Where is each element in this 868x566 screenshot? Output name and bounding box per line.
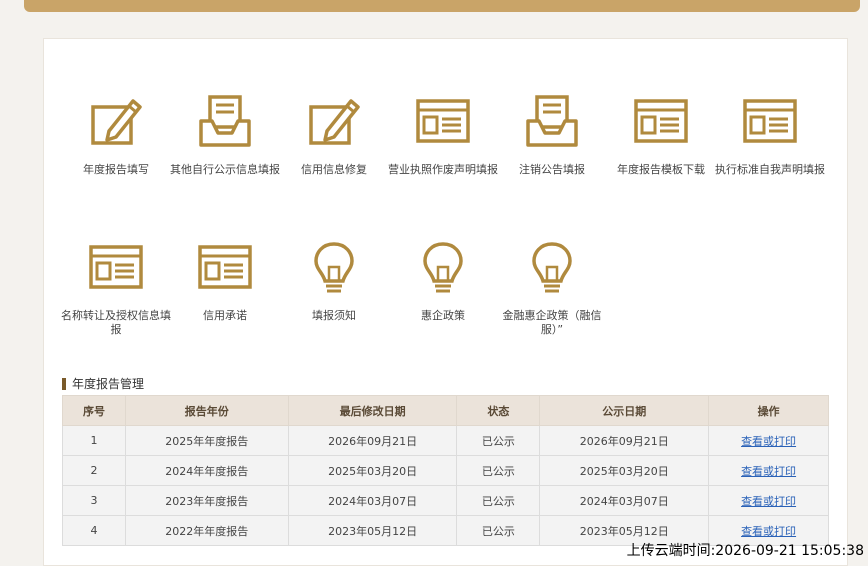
cell-status: 已公示	[456, 455, 541, 486]
cell-year: 2024年年度报告	[124, 455, 289, 486]
cell-status: 已公示	[456, 515, 541, 546]
tile-label: 营业执照作废声明填报	[388, 163, 498, 176]
view-print-link[interactable]: 查看或打印	[741, 525, 796, 538]
cell-modified: 2023年05月12日	[287, 515, 458, 546]
tile-label: 填报须知	[312, 309, 356, 322]
col-header-modified: 最后修改日期	[287, 395, 458, 426]
col-header-publish-date: 公示日期	[539, 395, 710, 426]
tile-label: 名称转让及授权信息填报	[61, 309, 171, 336]
col-header-year: 报告年份	[124, 395, 289, 426]
window-icon	[634, 99, 688, 143]
tile-standard-declaration[interactable]: 执行标准自我声明填报	[710, 93, 830, 177]
main-card: 年度报告填写 其他自行公示信息填报 信用信息修复 营业执照作废声明填报 注销公告…	[43, 38, 848, 566]
cell-year: 2023年年度报告	[124, 485, 289, 516]
section-title-text: 年度报告管理	[72, 377, 145, 391]
view-print-link[interactable]: 查看或打印	[741, 435, 796, 448]
table-header-row: 序号 报告年份 最后修改日期 状态 公示日期 操作	[62, 395, 829, 426]
tile-label: 执行标准自我声明填报	[715, 163, 825, 176]
window-icon	[743, 99, 797, 143]
lightbulb-icon	[423, 242, 463, 293]
cell-status: 已公示	[456, 485, 541, 516]
tile-template-download[interactable]: 年度报告模板下载	[601, 93, 721, 177]
edit-icon	[91, 99, 142, 145]
col-header-index: 序号	[62, 395, 126, 426]
lightbulb-icon	[314, 242, 354, 293]
cell-action: 查看或打印	[708, 485, 829, 516]
cell-modified: 2025年03月20日	[287, 455, 458, 486]
cell-year: 2022年年度报告	[124, 515, 289, 546]
window-icon	[416, 99, 470, 143]
col-header-status: 状态	[456, 395, 541, 426]
tile-label: 年度报告模板下载	[617, 163, 705, 176]
cell-publish-date: 2026年09月21日	[539, 425, 710, 456]
tile-license-void[interactable]: 营业执照作废声明填报	[383, 93, 503, 177]
annual-report-table: 序号 报告年份 最后修改日期 状态 公示日期 操作 1 2025年年度报告 20…	[62, 395, 829, 546]
table-row: 1 2025年年度报告 2026年09月21日 已公示 2026年09月21日 …	[62, 425, 829, 456]
tile-label: 金融惠企政策（融信服）”	[502, 309, 602, 336]
inbox-icon	[199, 95, 251, 147]
cell-index: 1	[62, 425, 126, 456]
tile-label: 年度报告填写	[83, 163, 149, 176]
tile-label: 信用信息修复	[301, 163, 367, 176]
view-print-link[interactable]: 查看或打印	[741, 465, 796, 478]
table-row: 3 2023年年度报告 2024年03月07日 已公示 2024年03月07日 …	[62, 485, 829, 516]
tile-label: 注销公告填报	[519, 163, 585, 176]
edit-icon	[309, 99, 360, 145]
tile-enterprise-policy[interactable]: 惠企政策	[383, 239, 503, 323]
cell-publish-date: 2025年03月20日	[539, 455, 710, 486]
cell-publish-date: 2024年03月07日	[539, 485, 710, 516]
tile-finance-policy[interactable]: 金融惠企政策（融信服）”	[492, 239, 612, 337]
cell-action: 查看或打印	[708, 425, 829, 456]
upload-timestamp: 上传云端时间:2026-09-21 15:05:38	[626, 543, 864, 559]
section-marker	[62, 377, 66, 390]
top-toolbar	[24, 0, 860, 12]
cell-modified: 2026年09月21日	[287, 425, 458, 456]
cell-year: 2025年年度报告	[124, 425, 289, 456]
cell-index: 3	[62, 485, 126, 516]
tile-label: 信用承诺	[203, 309, 247, 322]
lightbulb-icon	[532, 242, 572, 293]
cell-status: 已公示	[456, 425, 541, 456]
tile-name-transfer[interactable]: 名称转让及授权信息填报	[56, 239, 176, 337]
tile-other-disclosure[interactable]: 其他自行公示信息填报	[165, 93, 285, 177]
tile-annual-report-fill[interactable]: 年度报告填写	[56, 93, 176, 177]
table-row: 2 2024年年度报告 2025年03月20日 已公示 2025年03月20日 …	[62, 455, 829, 486]
cell-modified: 2024年03月07日	[287, 485, 458, 516]
col-header-action: 操作	[708, 395, 829, 426]
window-icon	[89, 245, 143, 289]
tile-deregistration-notice[interactable]: 注销公告填报	[492, 93, 612, 177]
tile-label: 其他自行公示信息填报	[170, 163, 280, 176]
cell-action: 查看或打印	[708, 455, 829, 486]
tile-credit-commitment[interactable]: 信用承诺	[165, 239, 285, 323]
tile-label: 惠企政策	[421, 309, 465, 322]
tile-credit-repair[interactable]: 信用信息修复	[274, 93, 394, 177]
inbox-icon	[526, 95, 578, 147]
view-print-link[interactable]: 查看或打印	[741, 495, 796, 508]
cell-index: 4	[62, 515, 126, 546]
tile-filing-notes[interactable]: 填报须知	[274, 239, 394, 323]
window-icon	[198, 245, 252, 289]
section-title: 年度报告管理	[62, 375, 144, 392]
cell-index: 2	[62, 455, 126, 486]
